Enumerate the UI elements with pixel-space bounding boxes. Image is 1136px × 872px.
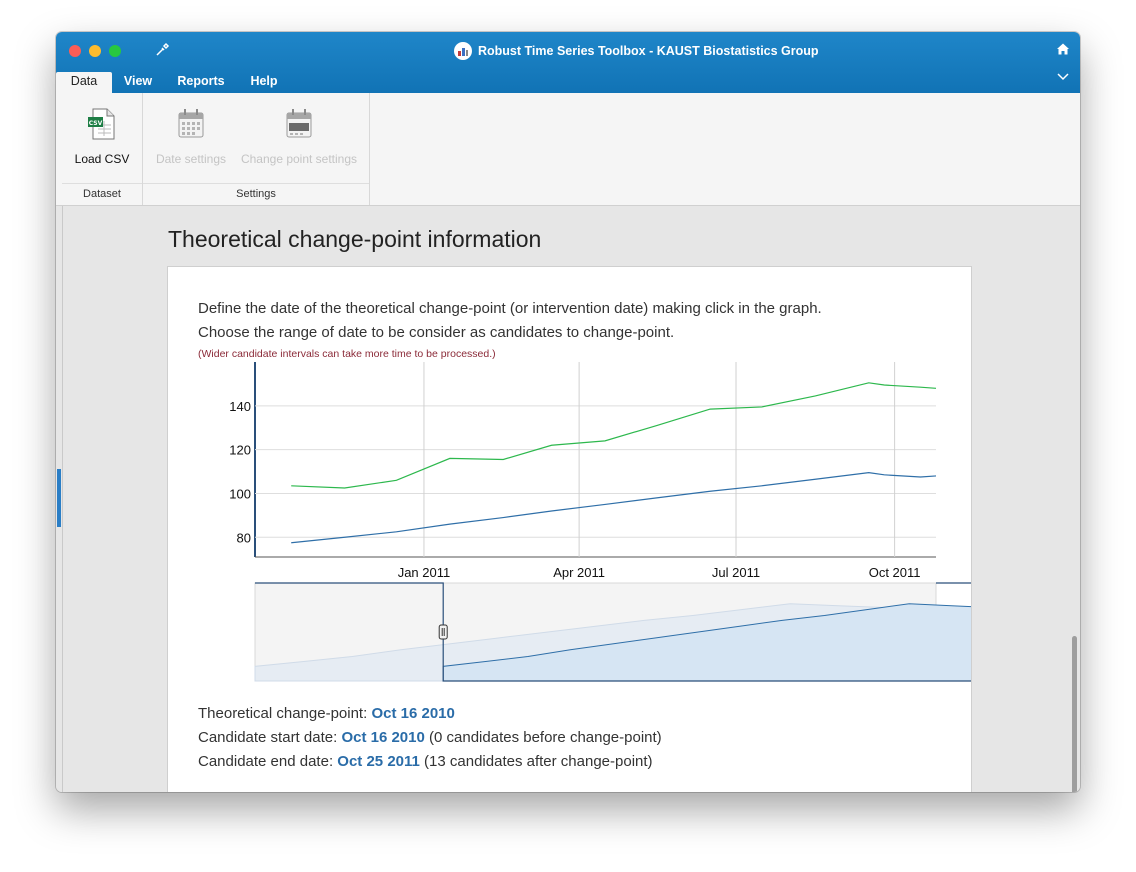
x-tick-label: Apr 2011 xyxy=(553,565,605,580)
load-csv-button[interactable]: CSV Load CSV xyxy=(68,107,136,166)
vertical-scrollbar[interactable] xyxy=(1072,636,1077,792)
calendar-icon xyxy=(178,109,204,138)
home-icon[interactable] xyxy=(1056,42,1070,56)
side-panel-indicator[interactable] xyxy=(57,469,61,527)
ribbon-toolbar: CSV Load CSV Dataset Date settings Chang… xyxy=(56,93,1080,206)
y-tick-label: 120 xyxy=(229,443,251,458)
ribbon-group-settings: Date settings Change point settings Sett… xyxy=(143,93,370,205)
candidate-end-note: (13 candidates after change-point) xyxy=(424,753,653,770)
change-point-settings-label: Change point settings xyxy=(240,152,358,166)
candidate-start-info: Candidate start date: Oct 16 2010 (0 can… xyxy=(198,729,662,746)
changepoint-label: Theoretical change-point: xyxy=(198,705,368,722)
page-title: Theoretical change-point information xyxy=(168,226,542,252)
series-line-1 xyxy=(291,382,937,489)
app-window: Robust Time Series Toolbox - KAUST Biost… xyxy=(56,32,1080,792)
change-point-settings-button[interactable]: Change point settings xyxy=(237,107,361,166)
candidate-start-label: Candidate start date: xyxy=(198,729,338,746)
series-line-2 xyxy=(291,472,937,544)
chevron-down-icon[interactable] xyxy=(1056,72,1070,82)
timeseries-chart[interactable]: 80 100 120 140 Jan 2011 Apr 2011 Jul 2011 Oct 2… xyxy=(168,267,971,697)
svg-text:CSV: CSV xyxy=(89,120,103,127)
load-csv-label: Load CSV xyxy=(74,152,130,166)
changepoint-date: Oct 16 2010 xyxy=(371,705,455,722)
main-content: Theoretical change-point information Def… xyxy=(56,206,1080,792)
tab-reports[interactable]: Reports xyxy=(172,72,230,93)
tab-data[interactable]: Data xyxy=(56,72,112,93)
window-title: Robust Time Series Toolbox - KAUST Biost… xyxy=(478,44,819,58)
candidate-start-note: (0 candidates before change-point) xyxy=(429,729,662,746)
minimize-window-button[interactable] xyxy=(89,45,101,57)
ribbon-group-dataset: CSV Load CSV Dataset xyxy=(62,93,143,205)
tab-view[interactable]: View xyxy=(116,72,160,93)
left-divider xyxy=(62,206,63,792)
candidate-end-label: Candidate end date: xyxy=(198,753,334,770)
changepoint-info: Theoretical change-point: Oct 16 2010 xyxy=(198,705,455,722)
y-tick-label: 80 xyxy=(237,530,251,545)
y-tick-label: 100 xyxy=(229,486,251,501)
title-bar: Robust Time Series Toolbox - KAUST Biost… xyxy=(56,32,1080,93)
candidate-end-date: Oct 25 2011 xyxy=(337,753,420,770)
eyedropper-icon[interactable] xyxy=(154,42,170,58)
app-logo-icon xyxy=(454,42,472,60)
date-settings-button[interactable]: Date settings xyxy=(151,107,231,166)
maximize-window-button[interactable] xyxy=(109,45,121,57)
changepoint-panel: Define the date of the theoretical chang… xyxy=(167,266,972,792)
x-tick-label: Jan 2011 xyxy=(398,565,451,580)
calendar-changepoint-icon xyxy=(286,109,312,138)
y-tick-label: 140 xyxy=(229,399,251,414)
close-window-button[interactable] xyxy=(69,45,81,57)
x-tick-label: Oct 2011 xyxy=(869,565,921,580)
candidate-start-date: Oct 16 2010 xyxy=(341,729,425,746)
tab-help[interactable]: Help xyxy=(242,72,286,93)
csv-file-icon: CSV xyxy=(88,108,115,140)
navigator-left-handle[interactable] xyxy=(438,624,448,640)
x-tick-label: Jul 2011 xyxy=(712,565,760,580)
ribbon-group-label-dataset: Dataset xyxy=(62,183,142,205)
ribbon-group-label-settings: Settings xyxy=(143,183,369,205)
date-settings-label: Date settings xyxy=(155,152,227,166)
candidate-end-info: Candidate end date: Oct 25 2011 (13 cand… xyxy=(198,753,653,770)
